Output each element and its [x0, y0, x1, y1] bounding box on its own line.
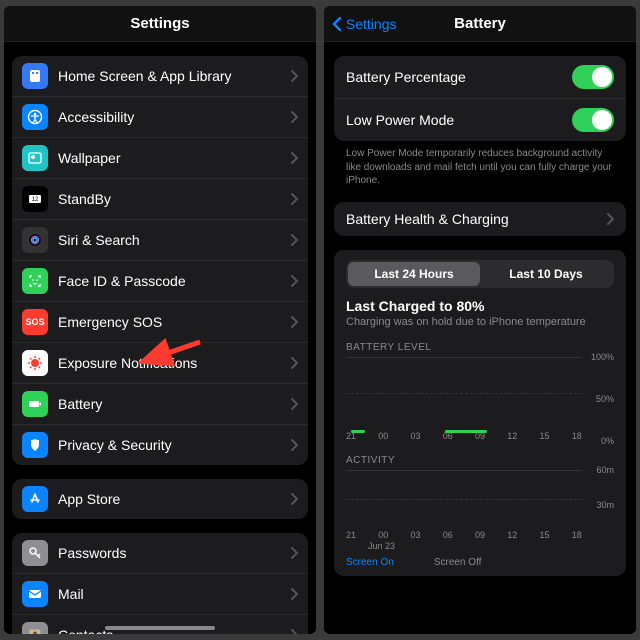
appstore-icon [22, 486, 48, 512]
row-label: Wallpaper [58, 150, 121, 166]
chevron-right-icon [290, 357, 298, 369]
chevron-right-icon [290, 234, 298, 246]
battery-level-label: BATTERY LEVEL [346, 342, 614, 353]
chevron-right-icon [290, 275, 298, 287]
row-label: Battery [58, 396, 102, 412]
siri-icon [22, 227, 48, 253]
row-label: Mail [58, 586, 84, 602]
legend-screen-on: Screen On [346, 557, 394, 568]
exposure-icon [22, 350, 48, 376]
battery-health-label: Battery Health & Charging [346, 211, 509, 227]
battery-percentage-row[interactable]: Battery Percentage [334, 56, 626, 99]
standby-icon: 12 [22, 186, 48, 212]
chevron-right-icon [290, 111, 298, 123]
row-label: Siri & Search [58, 232, 140, 248]
health-group: Battery Health & Charging [334, 202, 626, 236]
battery-icon [22, 391, 48, 417]
low-power-row[interactable]: Low Power Mode [334, 99, 626, 141]
activity-legend: Screen On Screen Off [346, 557, 614, 568]
seg-24h[interactable]: Last 24 Hours [348, 262, 480, 286]
home-screen-icon [22, 63, 48, 89]
settings-row-appstore[interactable]: App Store [12, 479, 308, 519]
chevron-right-icon [290, 70, 298, 82]
settings-row-contacts[interactable]: Contacts [12, 615, 308, 634]
back-button[interactable]: Settings [332, 16, 396, 32]
sos-icon: SOS [22, 309, 48, 335]
battery-level-chart: 0%50%100% 2100030609121518 [346, 357, 614, 441]
row-label: Emergency SOS [58, 314, 162, 330]
settings-row-standby[interactable]: 12 StandBy [12, 179, 308, 220]
row-label: Face ID & Passcode [58, 273, 186, 289]
chevron-right-icon [290, 547, 298, 559]
date-stamp: Jun 23 [368, 541, 614, 551]
annotation-arrow [134, 338, 204, 373]
privacy-icon [22, 432, 48, 458]
toggle-group: Battery Percentage Low Power Mode [334, 56, 626, 141]
legend-screen-off: Screen Off [434, 557, 482, 568]
row-label: Privacy & Security [58, 437, 172, 453]
chevron-right-icon [290, 588, 298, 600]
passwords-icon [22, 540, 48, 566]
row-label: StandBy [58, 191, 111, 207]
last-charged-title: Last Charged to 80% [346, 298, 614, 314]
chevron-right-icon [290, 193, 298, 205]
settings-title: Settings [130, 15, 189, 32]
settings-pane: Settings Home Screen & App Library Access… [4, 6, 316, 634]
settings-row-passwords[interactable]: Passwords [12, 533, 308, 574]
battery-content[interactable]: Battery Percentage Low Power Mode Low Po… [324, 42, 636, 634]
low-power-toggle[interactable] [572, 108, 614, 132]
chevron-right-icon [290, 152, 298, 164]
settings-header: Settings [4, 6, 316, 42]
home-indicator [105, 626, 215, 630]
low-power-label: Low Power Mode [346, 112, 454, 128]
usage-card: Last 24 Hours Last 10 Days Last Charged … [334, 250, 626, 576]
row-label: Accessibility [58, 109, 134, 125]
wallpaper-icon [22, 145, 48, 171]
low-power-footnote: Low Power Mode temporarily reduces backg… [334, 141, 626, 188]
settings-row-accessibility[interactable]: Accessibility [12, 97, 308, 138]
battery-pane: Settings Battery Battery Percentage Low … [324, 6, 636, 634]
settings-row-home-screen[interactable]: Home Screen & App Library [12, 56, 308, 97]
activity-label: ACTIVITY [346, 455, 614, 466]
chevron-right-icon [290, 316, 298, 328]
settings-row-siri[interactable]: Siri & Search [12, 220, 308, 261]
settings-row-battery[interactable]: Battery [12, 384, 308, 425]
settings-row-privacy[interactable]: Privacy & Security [12, 425, 308, 465]
row-label: Home Screen & App Library [58, 68, 232, 84]
battery-header: Settings Battery [324, 6, 636, 42]
faceid-icon [22, 268, 48, 294]
battery-health-row[interactable]: Battery Health & Charging [334, 202, 626, 236]
chevron-right-icon [290, 439, 298, 451]
settings-row-faceid[interactable]: Face ID & Passcode [12, 261, 308, 302]
chevron-right-icon [290, 493, 298, 505]
contacts-icon [22, 622, 48, 634]
chevron-right-icon [290, 629, 298, 634]
battery-percentage-toggle[interactable] [572, 65, 614, 89]
settings-row-sos[interactable]: SOS Emergency SOS [12, 302, 308, 343]
last-charged-sub: Charging was on hold due to iPhone tempe… [346, 316, 614, 328]
settings-row-wallpaper[interactable]: Wallpaper [12, 138, 308, 179]
mail-icon [22, 581, 48, 607]
row-label: App Store [58, 491, 120, 507]
seg-10d[interactable]: Last 10 Days [480, 262, 612, 286]
accessibility-icon [22, 104, 48, 130]
time-range-segment[interactable]: Last 24 Hours Last 10 Days [346, 260, 614, 288]
row-label: Passwords [58, 545, 126, 561]
back-label: Settings [346, 16, 397, 32]
battery-title: Battery [454, 15, 506, 32]
chevron-right-icon [290, 398, 298, 410]
battery-percentage-label: Battery Percentage [346, 69, 466, 85]
chevron-right-icon [606, 213, 614, 225]
activity-chart: 30m60m 2100030609121518 [346, 470, 614, 540]
svg-text:12: 12 [32, 197, 39, 203]
settings-row-mail[interactable]: Mail [12, 574, 308, 615]
